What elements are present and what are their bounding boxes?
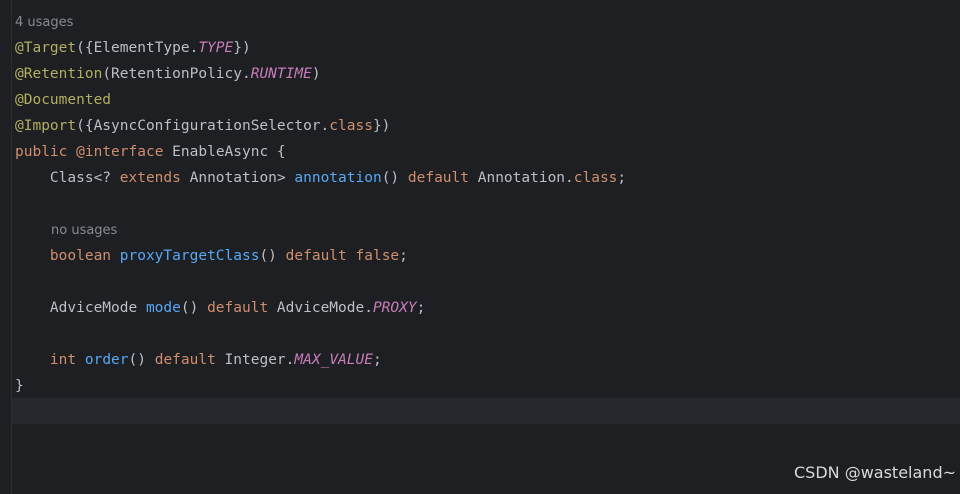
code-text: ({AsyncConfigurationSelector. (76, 118, 330, 134)
code-text: Annotation. (469, 170, 574, 186)
code-text: ; (399, 248, 408, 264)
code-text: Integer. (215, 352, 295, 368)
code-text: Annotation> (180, 170, 295, 186)
annotation-target: @Target (15, 40, 77, 56)
constant-type: TYPE (198, 40, 234, 56)
code-text: }) (372, 118, 391, 134)
code-line-order[interactable]: int order() default Integer.MAX_VALUE; (15, 347, 382, 373)
code-text: Class<? (49, 170, 120, 186)
no-usages-hint[interactable]: no usages (51, 222, 117, 240)
code-line-documented[interactable]: @Documented (15, 87, 111, 113)
code-line-retention[interactable]: @Retention(RetentionPolicy.RUNTIME) (15, 61, 321, 87)
annotation-import: @Import (15, 118, 77, 134)
keyword-class: class (573, 170, 618, 186)
code-line-interface-declaration[interactable]: public @interface EnableAsync { (15, 139, 286, 165)
code-text: ) (311, 66, 321, 82)
code-line-mode[interactable]: AdviceMode mode() default AdviceMode.PRO… (15, 295, 425, 321)
method-order: order (84, 352, 129, 368)
keyword-public: public (15, 144, 68, 160)
csdn-watermark: CSDN @wasteland~ (794, 463, 956, 482)
method-proxy-target-class: proxyTargetClass (119, 248, 260, 264)
current-line-highlight (12, 398, 960, 424)
code-text: }) (233, 40, 251, 56)
annotation-retention: @Retention (15, 66, 103, 82)
keyword-interface: @interface (76, 144, 164, 160)
code-line-annotation-method[interactable]: Class<? extends Annotation> annotation()… (15, 165, 626, 191)
code-text: AdviceMode. (268, 300, 373, 316)
method-annotation: annotation (294, 170, 382, 186)
keyword-default: default (154, 352, 216, 368)
keyword-boolean: boolean (49, 248, 112, 264)
code-line-closing-brace[interactable]: } (15, 373, 24, 399)
keyword-default: default (285, 248, 347, 264)
code-text: ({ElementType. (76, 40, 199, 56)
code-line-target[interactable]: @Target({ElementType.TYPE}) (15, 35, 251, 61)
method-mode: mode (145, 300, 181, 316)
keyword-false: false (355, 248, 400, 264)
code-text: () (381, 170, 408, 186)
usages-hint[interactable]: 4 usages (15, 14, 73, 32)
constant-max-value: MAX_VALUE (294, 352, 373, 368)
code-text: ; (372, 352, 382, 368)
keyword-default: default (407, 170, 469, 186)
keyword-default: default (207, 300, 269, 316)
code-line-import[interactable]: @Import({AsyncConfigurationSelector.clas… (15, 113, 390, 139)
annotation-documented: @Documented (15, 92, 112, 108)
constant-proxy: PROXY (372, 300, 417, 316)
keyword-extends: extends (119, 170, 181, 186)
code-text: AdviceMode (49, 300, 146, 316)
code-text: () (259, 248, 286, 264)
constant-runtime: RUNTIME (250, 66, 312, 82)
code-text: () (128, 352, 155, 368)
code-text: ; (416, 300, 426, 316)
code-line-proxy-target-class[interactable]: boolean proxyTargetClass() default false… (15, 243, 408, 269)
code-editor[interactable]: 4 usages @Target({ElementType.TYPE}) @Re… (0, 0, 960, 494)
interface-name: EnableAsync { (163, 144, 286, 160)
code-text: () (180, 300, 208, 316)
keyword-class: class (329, 118, 373, 134)
code-text: ; (617, 170, 627, 186)
keyword-int: int (49, 352, 77, 368)
code-text: (RetentionPolicy. (102, 66, 251, 82)
closing-brace: } (15, 378, 24, 394)
